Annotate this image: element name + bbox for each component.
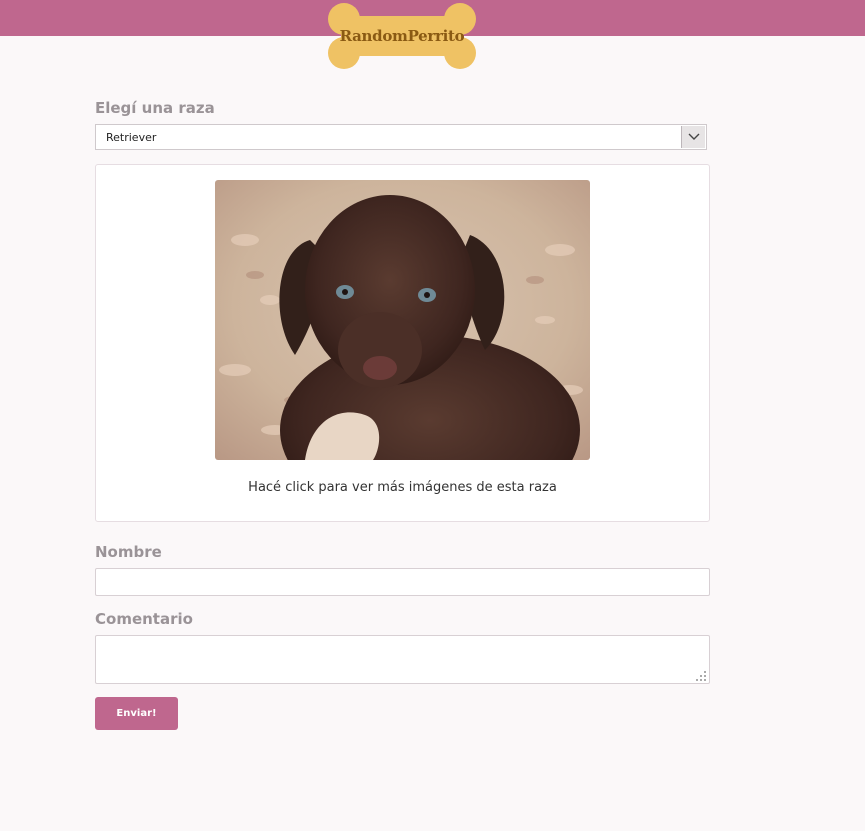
breed-select-value: Retriever [106,131,157,144]
dog-image[interactable] [215,180,590,460]
image-caption: Hacé click para ver más imágenes de esta… [248,480,557,495]
name-input[interactable] [95,568,710,596]
logo-text[interactable]: RandomPerrito [327,2,477,70]
comment-label: Comentario [95,610,193,628]
breed-label: Elegí una raza [95,99,215,117]
dog-photo-illustration [215,180,590,460]
resize-handle-icon[interactable] [696,671,706,681]
comment-textarea[interactable] [95,635,710,684]
breed-select[interactable]: Retriever [95,124,707,150]
name-label: Nombre [95,543,162,561]
breed-select-button[interactable] [681,126,705,148]
submit-button[interactable]: Enviar! [95,697,178,730]
image-card[interactable]: Hacé click para ver más imágenes de esta… [95,164,710,522]
chevron-down-icon [688,133,699,140]
